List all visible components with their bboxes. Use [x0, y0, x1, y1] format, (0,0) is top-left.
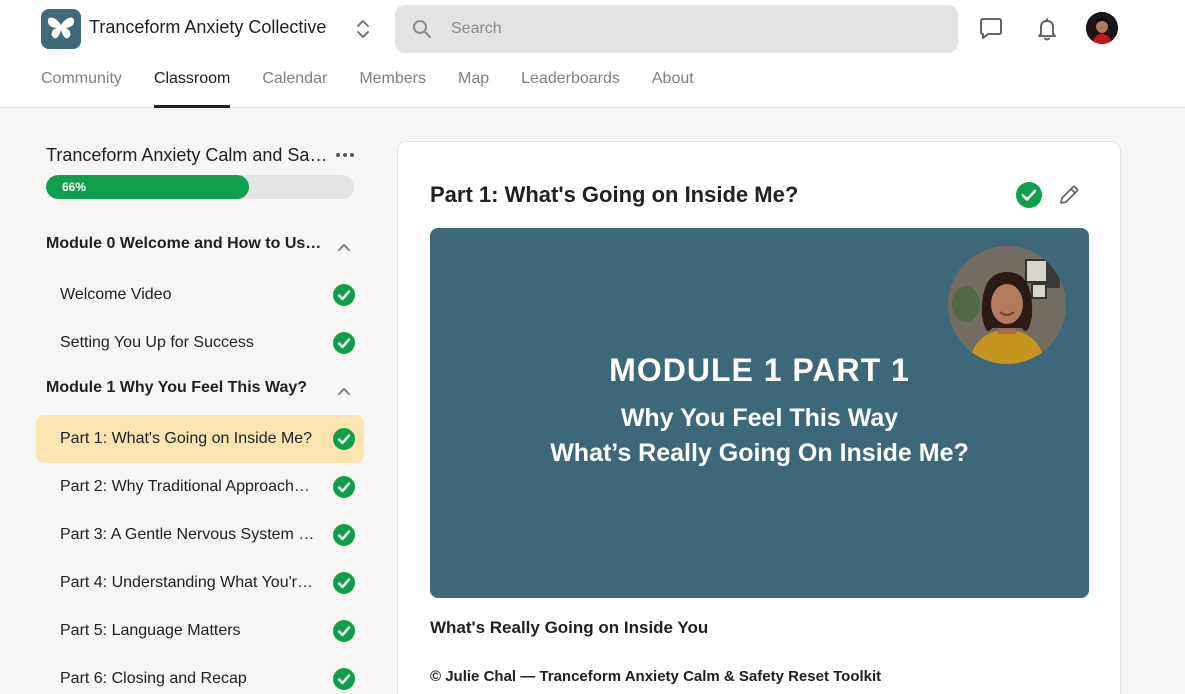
check-circle-icon[interactable] — [1016, 182, 1042, 208]
lesson-item-part-3[interactable]: Part 3: A Gentle Nervous System Lesson — [36, 511, 364, 559]
top-header: Tranceform Anxiety Collective Search Com… — [0, 0, 1185, 108]
module-label: Module 1 Why You Feel This Way? — [46, 379, 308, 396]
course-progress-bar: 66% — [46, 175, 354, 199]
lesson-title: Part 1: What's Going on Inside Me? — [430, 182, 799, 207]
course-title: Tranceform Anxiety Calm and Safety Reset… — [46, 145, 328, 165]
check-circle-icon — [333, 524, 355, 546]
lesson-item-part-4[interactable]: Part 4: Understanding What You're Feelin… — [36, 559, 364, 607]
community-name[interactable]: Tranceform Anxiety Collective — [89, 17, 326, 38]
presenter-facecam — [948, 246, 1066, 364]
video-heading: MODULE 1 PART 1 — [609, 352, 910, 388]
progress-text: 66% — [62, 180, 87, 194]
tab-calendar[interactable]: Calendar — [262, 70, 327, 108]
tab-map[interactable]: Map — [458, 70, 489, 108]
switcher-icon[interactable] — [353, 17, 373, 41]
lesson-item-part-1[interactable]: Part 1: What's Going on Inside Me? — [36, 415, 364, 463]
tab-community[interactable]: Community — [41, 70, 122, 108]
lesson-label: Welcome Video — [60, 286, 172, 303]
lesson-label: Part 6: Closing and Recap — [60, 670, 247, 687]
search-placeholder: Search — [451, 20, 502, 37]
lesson-item-setting-up[interactable]: Setting You Up for Success — [36, 319, 364, 367]
video-subheading-2: What’s Really Going On Inside Me? — [550, 439, 969, 467]
module-1-header[interactable]: Module 1 Why You Feel This Way? — [46, 375, 364, 405]
more-icon[interactable] — [334, 144, 356, 166]
lesson-label: Setting You Up for Success — [60, 334, 254, 351]
butterfly-logo-icon[interactable] — [41, 9, 81, 49]
lesson-card: Part 1: What's Going on Inside Me? MODUL… — [397, 141, 1121, 694]
lesson-label: Part 1: What's Going on Inside Me? — [60, 430, 313, 447]
tab-classroom[interactable]: Classroom — [153, 70, 231, 108]
check-circle-icon — [333, 476, 355, 498]
lesson-video-player[interactable]: MODULE 1 PART 1 Why You Feel This Way Wh… — [430, 228, 1089, 598]
lesson-label: Part 3: A Gentle Nervous System Lesson — [60, 526, 318, 543]
chevron-up-icon[interactable] — [336, 383, 352, 399]
tab-bar: Community Classroom Calendar Members Map… — [41, 70, 726, 108]
lesson-label: Part 5: Language Matters — [60, 622, 241, 639]
lesson-label: Part 2: Why Traditional Approaches Don't… — [60, 478, 318, 495]
copyright-text: © Julie Chal — Tranceform Anxiety Calm &… — [430, 668, 882, 685]
module-label: Module 0 Welcome and How to Use This Cou… — [46, 235, 322, 252]
lesson-description: What's Really Going on Inside You — [430, 618, 709, 637]
bell-icon[interactable] — [1033, 15, 1061, 43]
pencil-icon[interactable] — [1057, 183, 1081, 207]
module-0-header[interactable]: Module 0 Welcome and How to Use This Cou… — [46, 231, 364, 261]
lesson-item-part-2[interactable]: Part 2: Why Traditional Approaches Don't… — [36, 463, 364, 511]
check-circle-icon — [333, 572, 355, 594]
lesson-item-part-6[interactable]: Part 6: Closing and Recap — [36, 655, 364, 694]
user-avatar[interactable] — [1086, 12, 1118, 44]
search-input[interactable]: Search — [395, 5, 958, 53]
lesson-item-welcome-video[interactable]: Welcome Video — [36, 271, 364, 319]
check-circle-icon — [333, 620, 355, 642]
tab-leaderboards[interactable]: Leaderboards — [521, 70, 620, 108]
check-circle-icon — [333, 332, 355, 354]
check-circle-icon — [333, 428, 355, 450]
chat-icon[interactable] — [977, 15, 1005, 43]
tab-about[interactable]: About — [652, 70, 694, 108]
check-circle-icon — [333, 668, 355, 690]
lesson-label: Part 4: Understanding What You're Feelin… — [60, 574, 318, 591]
tab-members[interactable]: Members — [359, 70, 426, 108]
check-circle-icon — [333, 284, 355, 306]
lesson-item-part-5[interactable]: Part 5: Language Matters — [36, 607, 364, 655]
video-subheading-1: Why You Feel This Way — [620, 404, 899, 432]
search-icon — [412, 19, 432, 39]
chevron-up-icon[interactable] — [336, 239, 352, 255]
